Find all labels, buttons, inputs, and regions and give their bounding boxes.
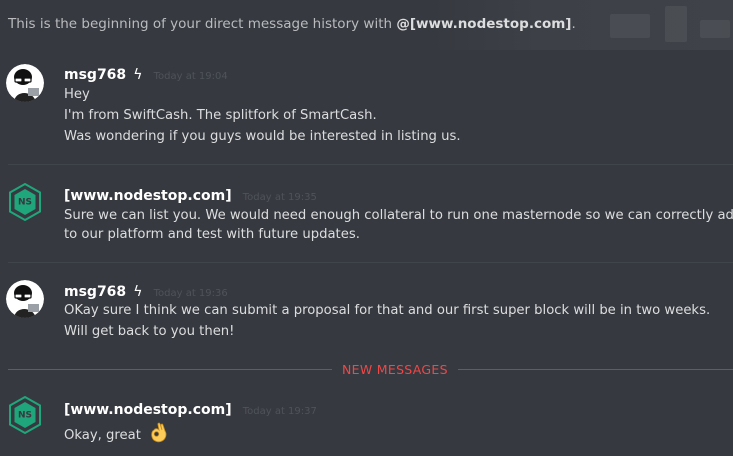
nodestop-logo-icon: NS <box>9 395 41 435</box>
lightning-badge-icon: ϟ <box>133 67 143 83</box>
svg-text:NS: NS <box>18 198 32 208</box>
message-text: Was wondering if you guys would be inter… <box>64 129 461 144</box>
message-text-content: Okay, great <box>64 428 141 443</box>
avatar[interactable] <box>6 280 44 318</box>
message-header: msg768 ϟ Today at 19:04 <box>64 64 228 83</box>
message-text: Will get back to you then! <box>64 324 235 339</box>
message-header: [www.nodestop.com] Today at 19:35 <box>64 185 317 204</box>
dm-chat-area[interactable]: This is the beginning of your direct mes… <box>0 0 733 456</box>
avatar-icon <box>6 280 44 318</box>
intro-text: This is the beginning of your direct mes… <box>8 16 393 32</box>
username[interactable]: msg768 <box>64 67 126 83</box>
message-header: [www.nodestop.com] Today at 19:37 <box>64 399 317 418</box>
nodestop-logo-icon: NS <box>9 182 41 222</box>
message-text: Hey <box>64 87 90 102</box>
username[interactable]: msg768 <box>64 284 126 300</box>
message-text: to our platform and test with future upd… <box>64 227 360 242</box>
intro-suffix: . <box>571 16 576 32</box>
avatar[interactable] <box>6 64 44 102</box>
message-header: msg768 ϟ Today at 19:36 <box>64 281 228 300</box>
timestamp: Today at 19:36 <box>153 288 228 299</box>
timestamp: Today at 19:35 <box>242 192 317 203</box>
username[interactable]: [www.nodestop.com] <box>64 402 232 418</box>
message-text: Sure we can list you. We would need enou… <box>64 208 733 223</box>
svg-text:NS: NS <box>18 411 32 421</box>
timestamp: Today at 19:04 <box>153 71 228 82</box>
timestamp: Today at 19:37 <box>242 406 317 417</box>
lightning-badge-icon: ϟ <box>133 284 143 300</box>
username[interactable]: [www.nodestop.com] <box>64 188 232 204</box>
message-text: OKay sure I think we can submit a propos… <box>64 303 711 318</box>
dm-history-intro: This is the beginning of your direct mes… <box>8 16 576 32</box>
new-messages-label: NEW MESSAGES <box>332 362 458 377</box>
message-divider <box>8 164 733 165</box>
message-text: Okay, great <box>64 422 169 444</box>
ok-hand-icon <box>151 422 167 443</box>
message-text: I'm from SwiftCash. The splitfork of Sma… <box>64 108 377 123</box>
avatar-icon <box>6 64 44 102</box>
user-mention[interactable]: @[www.nodestop.com] <box>396 16 571 32</box>
message-divider <box>8 262 733 263</box>
avatar[interactable]: NS <box>8 182 42 222</box>
avatar[interactable]: NS <box>8 395 42 435</box>
